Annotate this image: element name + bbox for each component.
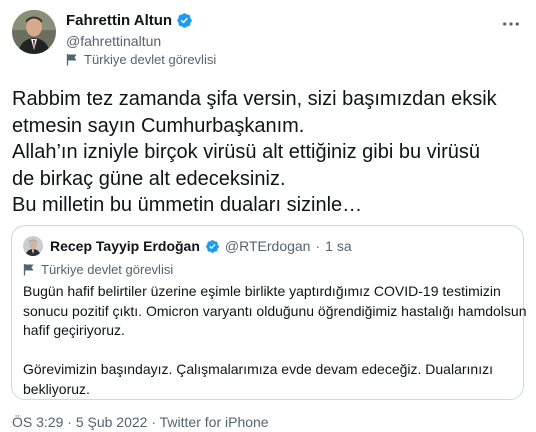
- quoted-author-display-name: Recep Tayyip Erdoğan: [50, 238, 200, 254]
- quoted-gov-label: Türkiye devlet görevlisi: [23, 262, 173, 277]
- flag-icon: [66, 53, 78, 66]
- quoted-tweet-card[interactable]: Recep Tayyip Erdoğan @RTErdogan · 1 sa T…: [11, 225, 527, 400]
- more-horizontal-icon: [503, 22, 519, 26]
- author-avatar[interactable]: [12, 10, 56, 54]
- flag-icon: [23, 263, 35, 276]
- quoted-text-line: hafif geçiriyoruz.: [23, 322, 125, 338]
- tweet-text-line: etmesin sayın Cumhurbaşkanım.: [12, 114, 305, 137]
- gov-label-text: Türkiye devlet görevlisi: [84, 52, 217, 67]
- gov-label-text: Türkiye devlet görevlisi: [41, 262, 174, 277]
- quoted-text-line: Görevimizin başındayız. Çalışmalarımıza …: [23, 361, 493, 377]
- separator-dot: ·: [147, 414, 160, 430]
- more-options-button[interactable]: [500, 14, 522, 34]
- quoted-author-avatar: [23, 236, 43, 256]
- quoted-text-line: bekliyoruz.: [23, 380, 90, 397]
- verified-badge-icon: [205, 239, 220, 254]
- author-handle[interactable]: @fahrettinaltun: [66, 33, 161, 49]
- separator-dot: ·: [315, 238, 321, 254]
- tweet-text-line: de birkaç güne alt edeceksiniz.: [12, 167, 286, 190]
- verified-badge-icon: [176, 12, 193, 29]
- author-gov-label: Türkiye devlet görevlisi: [66, 52, 216, 67]
- quoted-author-handle: @RTErdogan: [224, 238, 311, 254]
- author-display-name[interactable]: Fahrettin Altun: [66, 12, 172, 29]
- quoted-text-gap: [23, 341, 518, 361]
- tweet-text-line: Rabbim tez zamanda şifa versin, sizi baş…: [12, 88, 497, 110]
- quoted-tweet-header: Recep Tayyip Erdoğan @RTErdogan · 1 sa: [23, 236, 352, 256]
- tweet-date[interactable]: 5 Şub 2022: [76, 414, 148, 430]
- quoted-text-line: Bugün hafif belirtiler üzerine eşimle bi…: [23, 283, 501, 299]
- quoted-tweet-time[interactable]: 1 sa: [325, 238, 351, 254]
- tweet-text-line: Allah’ın izniyle birçok virüsü alt ettiğ…: [12, 141, 480, 163]
- quoted-text-line: sonucu pozitif çıktı. Omicron varyantı o…: [23, 302, 527, 319]
- tweet-meta: ÖS 3:29 · 5 Şub 2022 · Twitter for iPhon…: [12, 414, 269, 430]
- tweet-text: Rabbim tez zamanda şifa versin, sizi baş…: [12, 86, 528, 219]
- quoted-tweet-text: Bugün hafif belirtiler üzerine eşimle bi…: [23, 282, 527, 399]
- tweet-source[interactable]: Twitter for iPhone: [160, 414, 269, 430]
- tweet-text-line: Bu milletin bu ümmetin duaları sizinle…: [12, 194, 363, 216]
- tweet: Fahrettin Altun @fahrettinaltun Türkiye …: [0, 0, 536, 432]
- separator-dot: ·: [63, 414, 76, 430]
- tweet-time[interactable]: ÖS 3:29: [12, 414, 63, 430]
- author-name-row: Fahrettin Altun: [66, 12, 193, 29]
